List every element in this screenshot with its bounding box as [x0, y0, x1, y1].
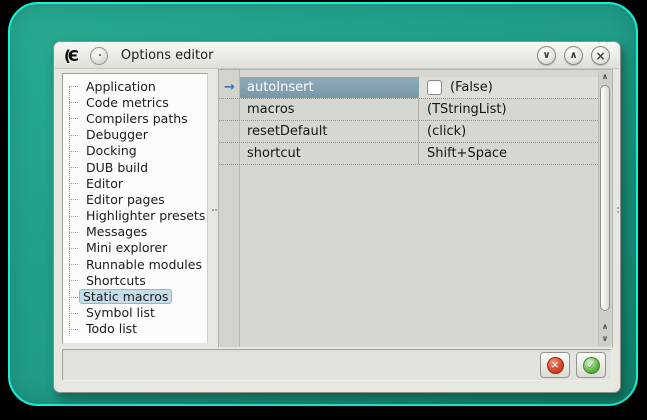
options-editor-window: (Є Options editor ∨ ∧ × Application Code…	[53, 41, 621, 393]
tree-item-symbol-list[interactable]: Symbol list	[63, 305, 207, 321]
tree-item-label: Runnable modules	[82, 257, 206, 272]
autoinsert-checkbox[interactable]	[427, 80, 442, 95]
grid-vertical-scrollbar[interactable]: ∧ ∧ ∨	[598, 71, 611, 346]
tree-item-label: Debugger	[82, 127, 152, 142]
property-name-cell[interactable]: macros	[240, 99, 419, 120]
chevron-up-icon: ∧	[602, 322, 609, 331]
tree-item-label-selected: Static macros	[79, 289, 172, 304]
window-menu-button[interactable]	[90, 47, 108, 65]
accept-button[interactable]: ✓	[576, 352, 606, 378]
tree-item-debugger[interactable]: Debugger	[63, 127, 207, 143]
scrollbar-thumb[interactable]	[600, 85, 610, 311]
tree-item-mini-explorer[interactable]: Mini explorer	[63, 240, 207, 256]
tree-item-label: Compilers paths	[82, 111, 192, 126]
tree-item-label: Docking	[82, 143, 141, 158]
chevron-up-icon: ∧	[569, 50, 577, 61]
tree-item-label: Shortcuts	[82, 273, 150, 288]
tree-item-label: DUB build	[82, 160, 152, 175]
selected-row-arrow-icon: →	[219, 77, 240, 98]
tree-item-label: Symbol list	[82, 305, 159, 320]
grid-gutter-cell	[219, 143, 240, 164]
window-menu-icon	[99, 54, 101, 56]
property-value-label: (TStringList)	[427, 102, 507, 117]
tree-item-application[interactable]: Application	[63, 78, 207, 94]
property-row-macros: macros (TStringList)	[219, 99, 598, 121]
tree-item-label: Todo list	[82, 321, 141, 336]
property-row-autoinsert: → autoInsert (False)	[219, 77, 598, 99]
tree-item-label: Mini explorer	[82, 240, 171, 255]
scroll-down-button[interactable]: ∨	[599, 333, 611, 345]
chevron-down-icon: ∨	[602, 334, 609, 343]
chevron-up-icon: ∧	[602, 72, 609, 81]
maximize-button[interactable]: ∧	[564, 46, 583, 65]
close-button[interactable]: ×	[591, 46, 610, 65]
coedit-logo-icon: (Є	[64, 47, 80, 65]
tree-item-label: Highlighter presets	[82, 208, 208, 223]
grid-gutter-cell	[219, 121, 240, 142]
tree-item-label: Editor pages	[82, 192, 169, 207]
tree-item-label: Messages	[82, 224, 151, 239]
property-rows: → autoInsert (False) macros (TStringList…	[219, 70, 598, 165]
window-title: Options editor	[121, 48, 214, 63]
cancel-button[interactable]: ×	[540, 352, 570, 378]
property-value-label: (click)	[427, 124, 466, 139]
tree-item-code-metrics[interactable]: Code metrics	[63, 94, 207, 110]
tree-item-static-macros[interactable]: Static macros	[63, 288, 207, 304]
accept-icon: ✓	[583, 357, 600, 374]
minimize-button[interactable]: ∨	[537, 46, 556, 65]
cancel-icon: ×	[547, 357, 564, 374]
tree-item-editor[interactable]: Editor	[63, 175, 207, 191]
tree-item-compilers-paths[interactable]: Compilers paths	[63, 110, 207, 126]
property-grid: → autoInsert (False) macros (TStringList…	[218, 69, 613, 348]
scrollbar-steppers: ∧ ∨	[599, 321, 611, 345]
tree-item-messages[interactable]: Messages	[63, 224, 207, 240]
tree-item-shortcuts[interactable]: Shortcuts	[63, 272, 207, 288]
tree-item-editor-pages[interactable]: Editor pages	[63, 191, 207, 207]
scroll-up-button[interactable]: ∧	[599, 71, 611, 83]
category-tree: Application Code metrics Compilers paths…	[62, 73, 208, 344]
tree-item-label: Editor	[82, 176, 127, 191]
property-value-label: Shift+Space	[427, 146, 507, 161]
property-row-shortcut: shortcut Shift+Space	[219, 143, 598, 165]
close-icon: ×	[595, 49, 605, 63]
tree-item-label: Code metrics	[82, 95, 173, 110]
splitter-grip-icon	[212, 209, 214, 211]
tree-item-label: Application	[82, 79, 160, 94]
property-value-cell[interactable]: (False)	[419, 77, 598, 98]
tree-item-runnable-modules[interactable]: Runnable modules	[63, 256, 207, 272]
grid-gutter-cell	[219, 99, 240, 120]
tree-item-todo-list[interactable]: Todo list	[63, 321, 207, 337]
scroll-up-button-bottom[interactable]: ∧	[599, 321, 611, 333]
window-controls: ∨ ∧ ×	[537, 46, 610, 65]
titlebar[interactable]: (Є Options editor ∨ ∧ ×	[55, 43, 619, 69]
footer-panel: × ✓	[62, 349, 612, 381]
property-value-cell[interactable]: (click)	[419, 121, 598, 142]
tree-item-docking[interactable]: Docking	[63, 143, 207, 159]
property-value-cell[interactable]: (TStringList)	[419, 99, 598, 120]
right-splitter-grip-icon	[617, 207, 619, 209]
tree-item-highlighter-presets[interactable]: Highlighter presets	[63, 208, 207, 224]
property-name-cell[interactable]: resetDefault	[240, 121, 419, 142]
property-row-resetdefault: resetDefault (click)	[219, 121, 598, 143]
property-value-cell[interactable]: Shift+Space	[419, 143, 598, 164]
tree-grid-splitter[interactable]	[210, 73, 218, 344]
property-name-cell[interactable]: autoInsert	[240, 77, 419, 98]
property-value-label: (False)	[450, 80, 493, 95]
window-frame: (Є Options editor ∨ ∧ × Application Code…	[8, 2, 638, 406]
chevron-down-icon: ∨	[542, 50, 550, 61]
tree-item-dub-build[interactable]: DUB build	[63, 159, 207, 175]
property-name-cell[interactable]: shortcut	[240, 143, 419, 164]
